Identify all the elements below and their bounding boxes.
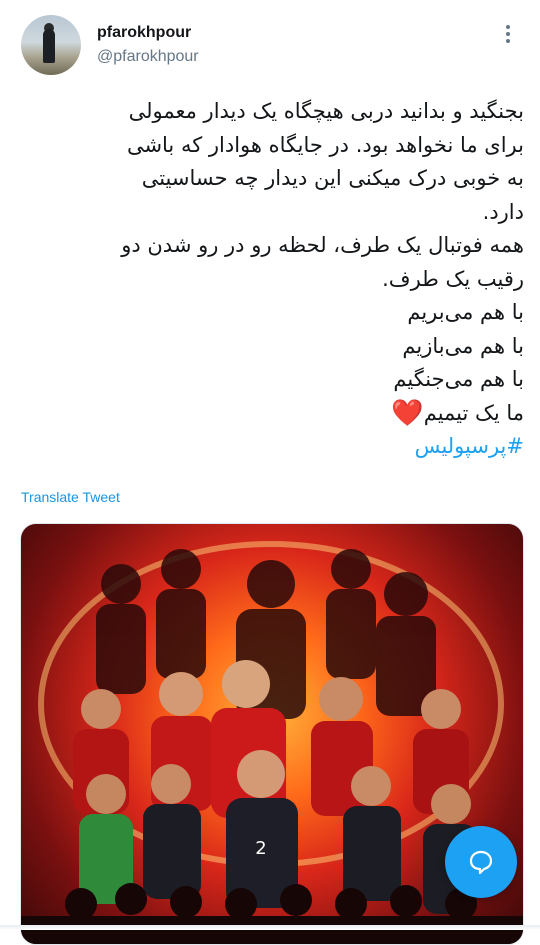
tweet-line: با هم می‌بریم	[407, 300, 524, 324]
tweet-header: pfarokhpour @pfarokhpour	[0, 0, 540, 90]
tweet-line: بجنگید و بدانید دربی هیچگاه یک دیدار معم…	[128, 99, 524, 123]
tweet-line: رقیب یک طرف.	[382, 266, 524, 291]
tweet-media-image[interactable]: 2	[20, 523, 524, 945]
compose-button[interactable]	[445, 826, 517, 898]
chat-bubble-plus-icon	[469, 850, 493, 875]
tweet-line: با هم می‌جنگیم	[393, 367, 524, 391]
tweet-line: برای ما نخواهد بود. در جایگاه هوادار که …	[126, 132, 524, 157]
svg-text:2: 2	[255, 838, 266, 859]
avatar[interactable]	[21, 15, 81, 75]
tweet-line: دارد.	[482, 199, 524, 224]
hashtag-link[interactable]: #پرسپولیس	[16, 430, 524, 464]
tweet-line-text: ما یک تیمیم	[423, 400, 524, 425]
tweet-line-last: ما یک تیمیم❤️	[16, 397, 524, 431]
tweet-body: بجنگید و بدانید دربی هیچگاه یک دیدار معم…	[16, 95, 524, 464]
tweet-line: به خوبی درک میکنی این دیدار چه حساسیتی	[141, 166, 524, 190]
user-handle[interactable]: @pfarokhpour	[97, 48, 199, 66]
tweet-line: همه فوتبال یک طرف، لحظه رو در رو شدن دو	[121, 233, 524, 257]
more-vertical-icon[interactable]	[496, 22, 520, 46]
translate-tweet-link[interactable]: Translate Tweet	[21, 489, 120, 505]
heart-emoji-icon: ❤️	[391, 397, 424, 428]
team-poster-image: 2	[21, 541, 523, 944]
tweet-line: با هم می‌بازیم	[402, 333, 524, 358]
avatar-figure-shape	[43, 29, 55, 63]
display-name[interactable]: pfarokhpour	[97, 24, 191, 42]
bottom-divider	[0, 925, 540, 930]
